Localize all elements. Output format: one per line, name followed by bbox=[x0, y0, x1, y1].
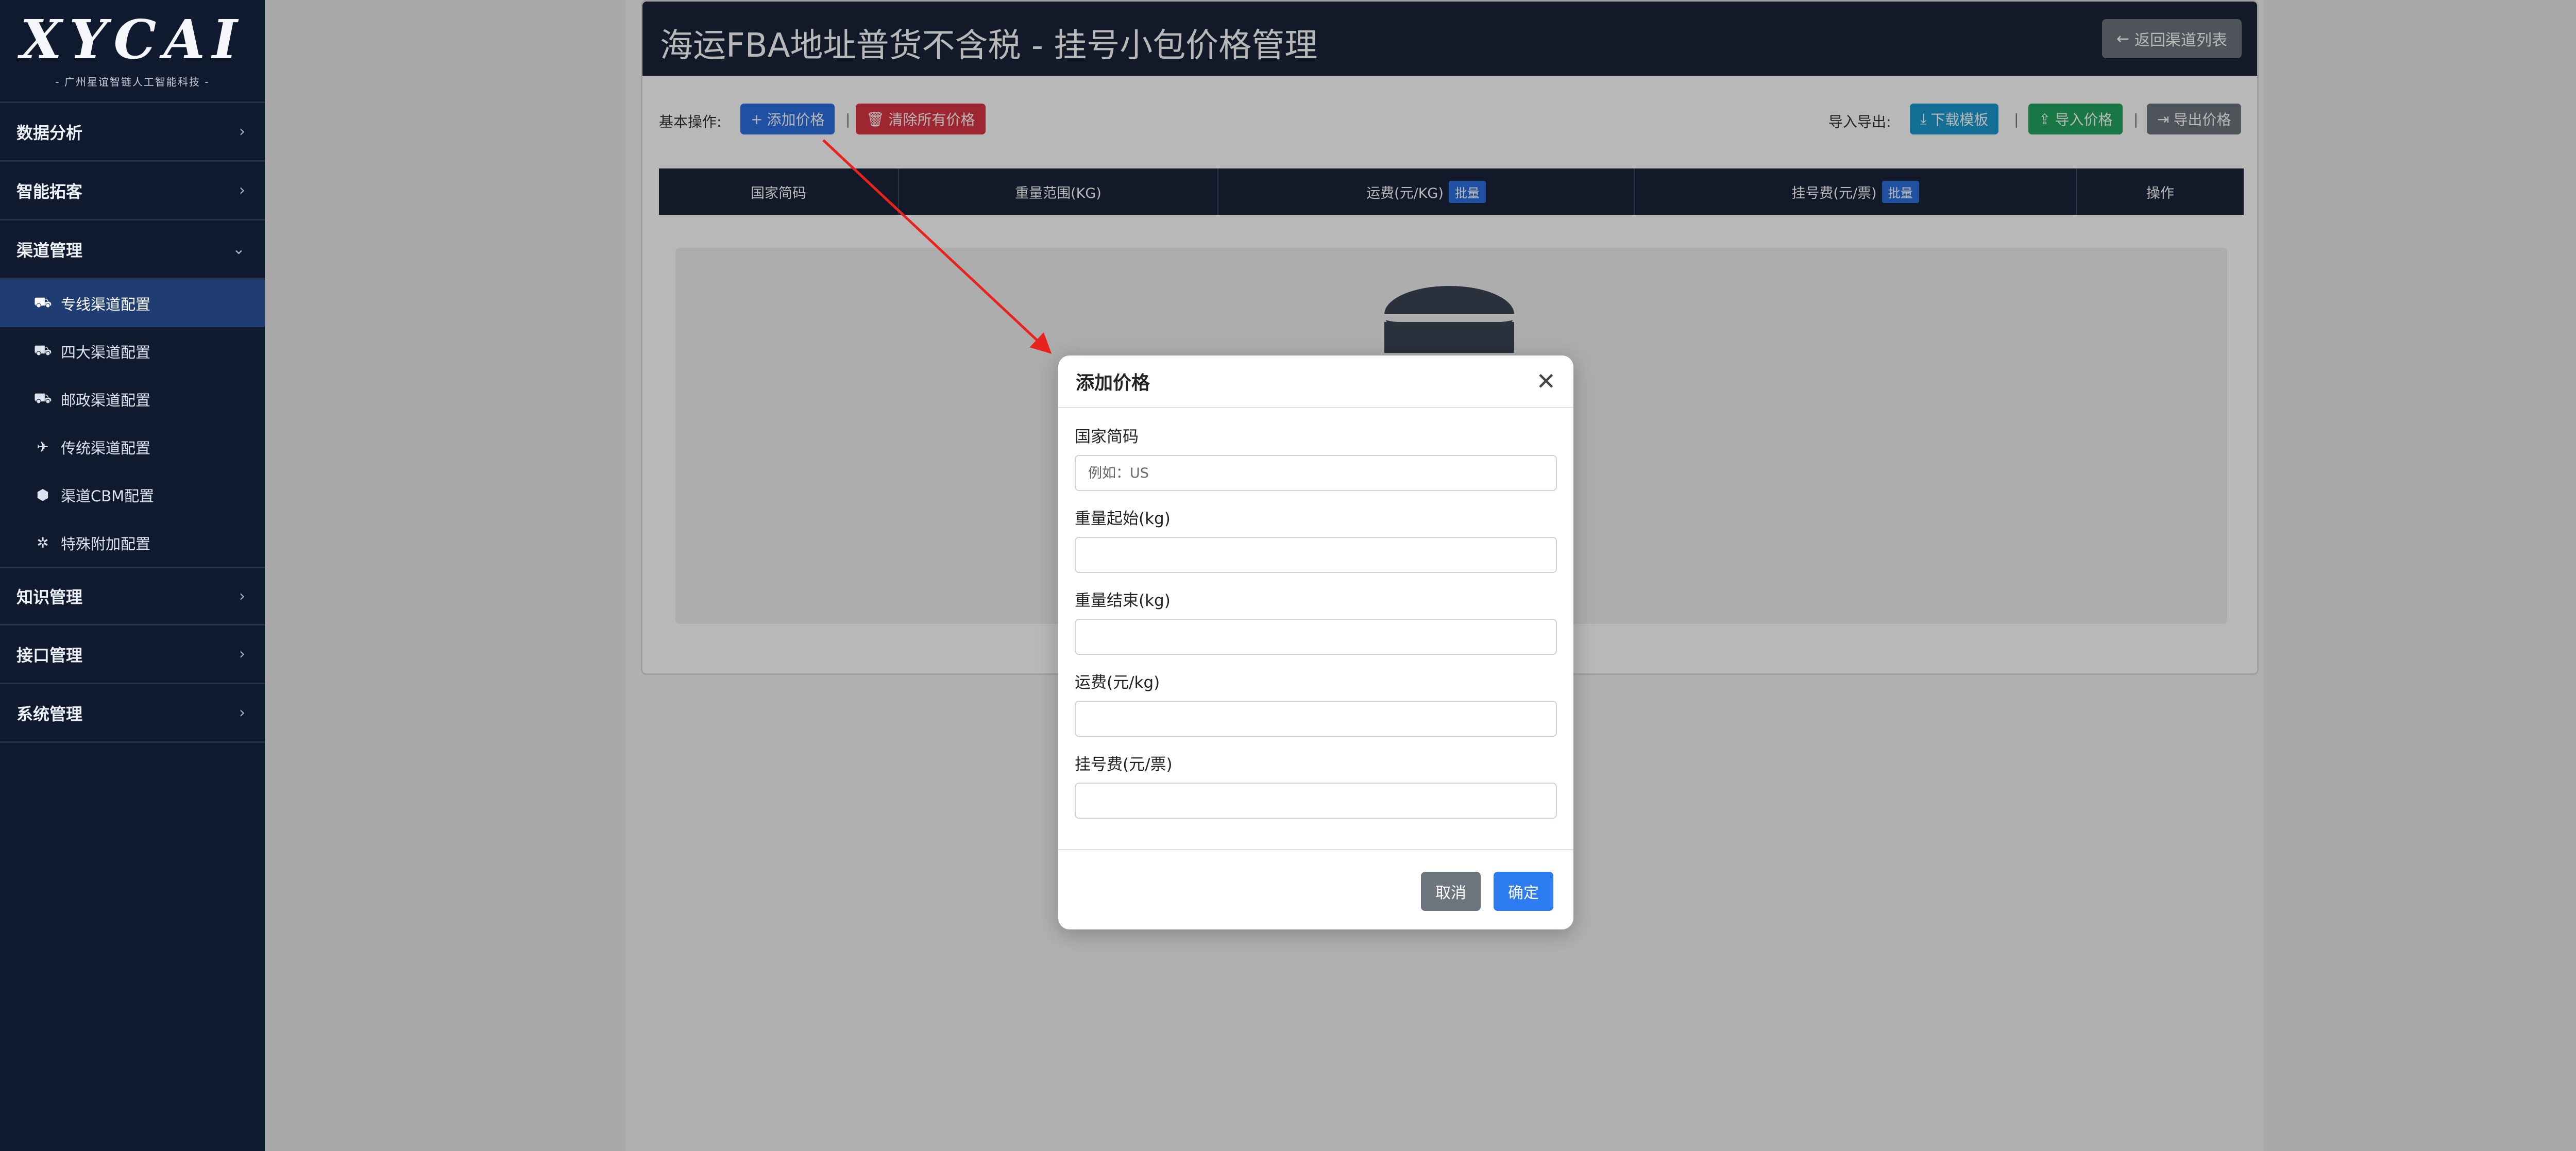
gear-icon: ✲ bbox=[37, 534, 49, 551]
sidebar-item-postal[interactable]: ⛟ 邮政渠道配置 bbox=[0, 375, 265, 423]
sidebar-group-label: 知识管理 bbox=[16, 587, 83, 607]
box-icon: ⬢ bbox=[36, 486, 49, 503]
sidebar-item-label: 邮政渠道配置 bbox=[61, 391, 151, 409]
logo-subtitle: - 广州星谊智链人工智能科技 - bbox=[55, 76, 210, 88]
sidebar-group-label: 接口管理 bbox=[16, 645, 83, 665]
truck-icon: ⛟ bbox=[33, 342, 52, 359]
truck-icon: ⛟ bbox=[33, 294, 52, 311]
sidebar-group-data-analysis[interactable]: 数据分析 › bbox=[0, 103, 265, 162]
field-label: 重量起始(kg) bbox=[1075, 510, 1171, 528]
sidebar-item-label: 渠道CBM配置 bbox=[61, 487, 155, 505]
weight-end-input[interactable] bbox=[1075, 619, 1557, 655]
chevron-right-icon: › bbox=[239, 704, 245, 722]
logo-text: XYCAI bbox=[20, 8, 245, 71]
sidebar-group-channel-management[interactable]: 渠道管理 ⌄ bbox=[0, 221, 265, 279]
modal-header: 添加价格 ✕ bbox=[1058, 356, 1573, 408]
modal-footer: 取消 确定 bbox=[1058, 849, 1573, 929]
field-registration-fee: 挂号费(元/票) bbox=[1075, 751, 1557, 819]
sidebar-group-label: 渠道管理 bbox=[16, 240, 83, 260]
freight-input[interactable] bbox=[1075, 701, 1557, 737]
confirm-button[interactable]: 确定 bbox=[1494, 872, 1553, 911]
sidebar-group-api[interactable]: 接口管理 › bbox=[0, 625, 265, 684]
cancel-button[interactable]: 取消 bbox=[1421, 872, 1481, 911]
sidebar-item-cbm[interactable]: ⬢ 渠道CBM配置 bbox=[0, 471, 265, 519]
field-label: 国家简码 bbox=[1075, 428, 1139, 446]
brand-logo: XYCAI - 广州星谊智链人工智能科技 - bbox=[0, 0, 265, 103]
sidebar-group-label: 系统管理 bbox=[16, 704, 83, 724]
field-weight-end: 重量结束(kg) bbox=[1075, 587, 1557, 655]
field-label: 挂号费(元/票) bbox=[1075, 755, 1173, 774]
modal-body: 国家简码 重量起始(kg) 重量结束(kg) 运费(元/kg) 挂号费(元/票) bbox=[1058, 408, 1573, 819]
modal-title: 添加价格 bbox=[1076, 373, 1150, 394]
chevron-right-icon: › bbox=[239, 123, 245, 141]
add-price-modal: 添加价格 ✕ 国家简码 重量起始(kg) 重量结束(kg) 运费(元/kg) 挂… bbox=[1058, 356, 1573, 929]
close-icon[interactable]: ✕ bbox=[1536, 369, 1556, 393]
sidebar-item-label: 传统渠道配置 bbox=[61, 439, 151, 457]
sidebar-item-label: 四大渠道配置 bbox=[61, 343, 151, 361]
sidebar-item-big-four[interactable]: ⛟ 四大渠道配置 bbox=[0, 327, 265, 375]
field-label: 重量结束(kg) bbox=[1075, 591, 1171, 610]
channel-submenu: ⛟ 专线渠道配置 ⛟ 四大渠道配置 ⛟ 邮政渠道配置 ✈ 传统渠道配置 ⬢ 渠道… bbox=[0, 279, 265, 567]
field-label: 运费(元/kg) bbox=[1075, 673, 1160, 692]
weight-start-input[interactable] bbox=[1075, 537, 1557, 573]
chevron-right-icon: › bbox=[239, 181, 245, 199]
truck-icon: ⛟ bbox=[33, 390, 52, 407]
registration-fee-input[interactable] bbox=[1075, 783, 1557, 819]
sidebar-group-label: 智能拓客 bbox=[16, 181, 83, 201]
chevron-down-icon: ⌄ bbox=[232, 240, 245, 258]
country-code-input[interactable] bbox=[1075, 455, 1557, 491]
field-freight: 运费(元/kg) bbox=[1075, 669, 1557, 737]
field-country-code: 国家简码 bbox=[1075, 424, 1557, 491]
chevron-right-icon: › bbox=[239, 645, 245, 663]
sidebar-item-traditional[interactable]: ✈ 传统渠道配置 bbox=[0, 423, 265, 471]
plane-icon: ✈ bbox=[37, 438, 49, 455]
sidebar-group-knowledge[interactable]: 知识管理 › bbox=[0, 567, 265, 625]
sidebar: XYCAI - 广州星谊智链人工智能科技 - 数据分析 › 智能拓客 › 渠道管… bbox=[0, 0, 265, 1151]
chevron-right-icon: › bbox=[239, 587, 245, 605]
sidebar-group-system[interactable]: 系统管理 › bbox=[0, 684, 265, 743]
field-weight-start: 重量起始(kg) bbox=[1075, 505, 1557, 573]
sidebar-group-label: 数据分析 bbox=[16, 123, 83, 143]
sidebar-item-label: 专线渠道配置 bbox=[61, 295, 151, 313]
sidebar-item-special-surcharge[interactable]: ✲ 特殊附加配置 bbox=[0, 519, 265, 567]
sidebar-item-dedicated-line[interactable]: ⛟ 专线渠道配置 bbox=[0, 279, 265, 327]
sidebar-group-smart-leads[interactable]: 智能拓客 › bbox=[0, 162, 265, 221]
sidebar-item-label: 特殊附加配置 bbox=[61, 535, 151, 553]
